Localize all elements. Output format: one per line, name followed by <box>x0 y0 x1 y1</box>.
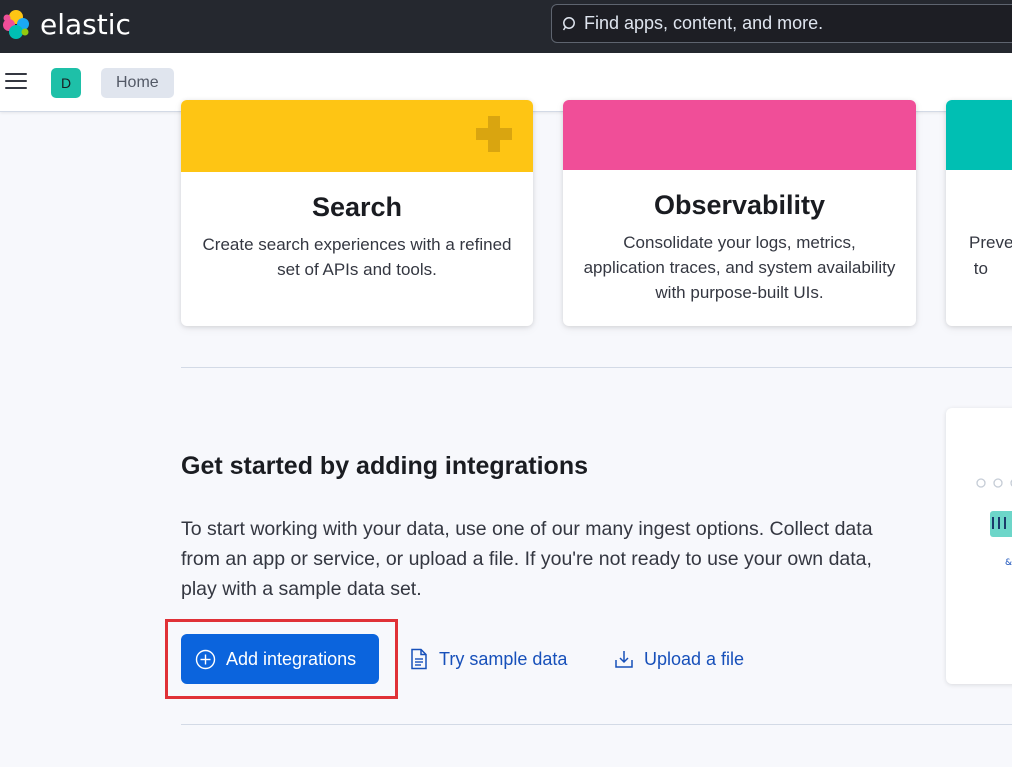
card-description: Create search experiences with a refined… <box>202 235 512 279</box>
solution-card-observability[interactable]: Observability Consolidate your logs, met… <box>563 100 916 326</box>
solution-card-security[interactable]: Preve to <box>946 100 1012 326</box>
global-header: elastic <box>0 0 1012 53</box>
card-description: Preve to <box>969 233 1012 278</box>
global-search[interactable] <box>551 4 1012 43</box>
card-banner <box>563 100 916 170</box>
elastic-logo-icon <box>3 10 29 39</box>
upload-icon <box>615 651 633 668</box>
plus-decoration-icon <box>476 116 512 152</box>
card-title: Search <box>311 192 403 222</box>
card-banner <box>946 100 1012 170</box>
upload-file-button[interactable]: Upload a file <box>614 645 744 673</box>
try-sample-data-button[interactable]: Try sample data <box>409 645 567 673</box>
elastic-logo[interactable]: elastic <box>0 6 131 42</box>
integrations-description: To start working with your data, use one… <box>181 518 873 600</box>
integrations-illustration: & <box>946 408 1012 684</box>
upload-file-label: Upload a file <box>644 648 745 669</box>
integrations-title: Get started by adding integrations <box>181 452 588 480</box>
svg-text:&: & <box>1005 558 1012 568</box>
brand-name: elastic <box>40 7 131 41</box>
solution-card-search[interactable]: Search Create search experiences with a … <box>181 100 533 326</box>
plus-circle-icon <box>195 649 216 669</box>
integrations-illustration-icon: & <box>976 478 1012 568</box>
section-divider-bottom <box>181 724 1012 725</box>
card-title: Observability <box>653 190 826 220</box>
breadcrumb-home[interactable]: Home <box>101 68 174 98</box>
add-integrations-button[interactable]: Add integrations <box>181 634 379 684</box>
card-banner <box>181 100 533 172</box>
section-divider <box>181 367 1012 368</box>
document-icon <box>411 648 427 670</box>
add-integrations-label: Add integrations <box>226 648 357 669</box>
try-sample-data-label: Try sample data <box>439 648 568 669</box>
search-input[interactable] <box>584 13 1004 34</box>
hamburger-menu-icon[interactable] <box>5 73 27 91</box>
card-description: Consolidate your logs, metrics, applicat… <box>583 233 896 302</box>
space-avatar[interactable]: D <box>51 68 81 98</box>
search-icon <box>562 16 575 30</box>
